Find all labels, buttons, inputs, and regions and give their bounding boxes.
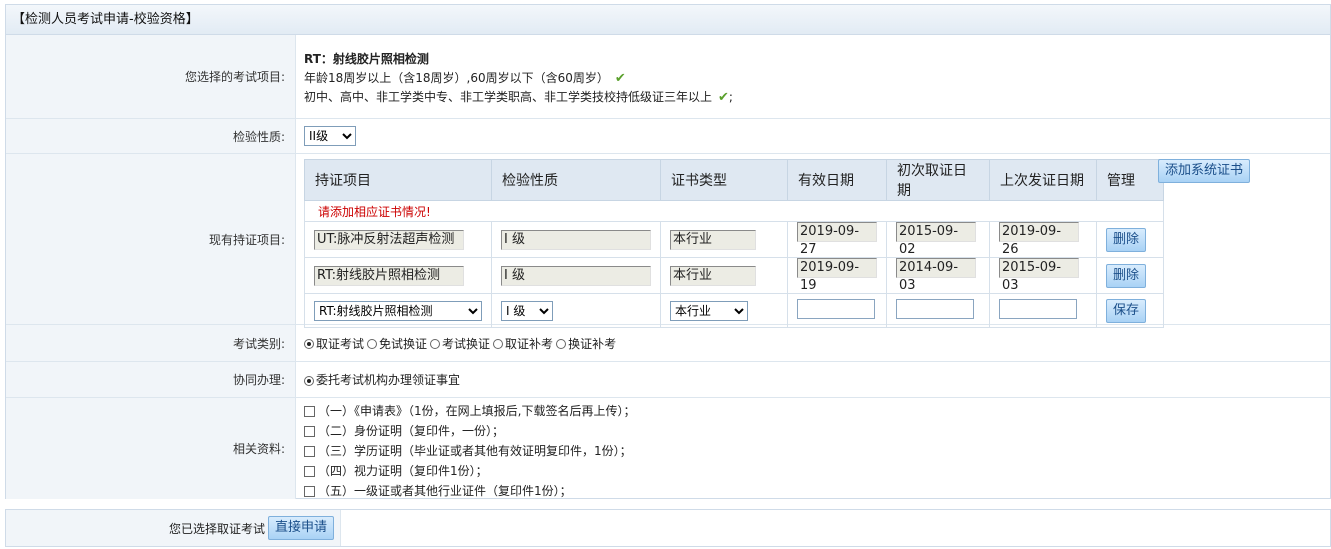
new-cert-row: RT:射线胶片照相检测 I 级 本行业 保存	[304, 293, 1164, 328]
material-item[interactable]: （二）身份证明（复印件，一份）；	[304, 421, 1330, 441]
first-date-field: 2014-09-03	[896, 258, 976, 293]
col-last-date: 上次发证日期	[989, 159, 1097, 201]
exam-type-option[interactable]: 换证补考	[556, 335, 616, 352]
materials-label: 相关资料:	[6, 398, 296, 499]
cert-type-field: 本行业	[670, 229, 756, 250]
certs-label: 现有持证项目:	[6, 154, 296, 324]
col-level: 检验性质	[491, 159, 661, 201]
table-row: RT:射线胶片照相检测 I 级 本行业 2019-09-19 2014-09-0…	[304, 257, 1164, 294]
checkbox[interactable]	[304, 426, 315, 437]
valid-date-field: 2019-09-19	[797, 258, 877, 293]
exam-type-label: 考试类别:	[6, 325, 296, 361]
checkmark-icon: ✔	[614, 71, 626, 86]
cert-level-field: I 级	[501, 229, 651, 250]
radio-selected-icon[interactable]	[304, 375, 314, 386]
application-panel: 【检测人员考试申请-校验资格】 您选择的考试项目: RT：射线胶片照相检测 年龄…	[5, 4, 1331, 499]
cert-table: 持证项目 检验性质 证书类型 有效日期 初次取证日期 上次发证日期 管理 请添加…	[304, 159, 1164, 328]
checkbox[interactable]	[304, 446, 315, 457]
exam-type-option[interactable]: 考试换证	[430, 335, 490, 352]
new-cert-level-select[interactable]: I 级	[501, 300, 553, 321]
delete-button[interactable]: 删除	[1106, 263, 1147, 288]
radio-icon[interactable]	[556, 339, 567, 349]
material-item[interactable]: （五）一级证或者其他行业证件（复印件1份）；	[304, 481, 1330, 501]
cert-type-field: 本行业	[670, 265, 756, 286]
cert-item-field: UT:脉冲反射法超声检测	[314, 229, 464, 250]
first-date-field: 2015-09-02	[896, 222, 976, 257]
certs-row: 现有持证项目: 持证项目 检验性质 证书类型 有效日期 初次取证日期 上次发证日…	[6, 154, 1330, 328]
col-valid-date: 有效日期	[787, 159, 887, 201]
checkbox[interactable]	[304, 406, 315, 417]
radio-icon[interactable]	[430, 339, 441, 349]
save-button[interactable]: 保存	[1106, 298, 1147, 323]
exam-type-row: 考试类别: 取证考试 免试换证 考试换证 取证补考 换证补考	[6, 325, 1330, 362]
checkbox[interactable]	[304, 486, 315, 497]
exam-item-row: 您选择的考试项目: RT：射线胶片照相检测 年龄18周岁以上（含18周岁）,60…	[6, 35, 1330, 119]
exam-type-option[interactable]: 取证补考	[493, 335, 553, 352]
checkbox[interactable]	[304, 466, 315, 477]
cert-table-header: 持证项目 检验性质 证书类型 有效日期 初次取证日期 上次发证日期 管理	[304, 159, 1164, 201]
exam-type-option[interactable]: 取证考试	[304, 335, 364, 352]
radio-icon[interactable]	[493, 339, 504, 349]
education-requirement: 初中、高中、非工学类中专、非工学类职高、非工学类技校持低级证三年以上	[304, 90, 713, 104]
exam-type-option[interactable]: 免试换证	[367, 335, 427, 352]
cert-item-field: RT:射线胶片照相检测	[314, 265, 464, 286]
material-item[interactable]: （三）学历证明（毕业证或者其他有效证明复印件，1份）；	[304, 441, 1330, 461]
new-valid-date-input[interactable]	[797, 298, 875, 319]
new-first-date-input[interactable]	[896, 298, 974, 319]
last-date-field: 2019-09-26	[999, 222, 1079, 257]
selected-exam-text: 您已选择取证考试	[169, 521, 266, 536]
radio-icon[interactable]	[367, 339, 378, 349]
col-cert-item: 持证项目	[304, 159, 492, 201]
nature-label: 检验性质:	[6, 119, 296, 153]
valid-date-field: 2019-09-27	[797, 222, 877, 257]
new-last-date-input[interactable]	[999, 298, 1077, 319]
add-system-cert-button[interactable]: 添加系统证书	[1158, 159, 1251, 183]
col-first-date: 初次取证日期	[886, 159, 990, 201]
page-title: 【检测人员考试申请-校验资格】	[6, 5, 1330, 35]
nature-select[interactable]: II级	[304, 126, 356, 146]
nature-row: 检验性质: II级	[6, 119, 1330, 154]
direct-apply-button[interactable]: 直接申请	[268, 516, 335, 540]
footer-bar: 您已选择取证考试 直接申请	[5, 509, 1331, 547]
exam-item-label: 您选择的考试项目:	[6, 35, 296, 118]
assist-label: 协同办理:	[6, 362, 296, 397]
checkmark-icon: ✔	[718, 90, 729, 105]
add-cert-note: 请添加相应证书情况!	[304, 200, 1164, 222]
col-cert-type: 证书类型	[660, 159, 788, 201]
new-cert-item-select[interactable]: RT:射线胶片照相检测	[314, 300, 482, 321]
new-cert-type-select[interactable]: 本行业	[670, 300, 748, 321]
table-row: UT:脉冲反射法超声检测 I 级 本行业 2019-09-27 2015-09-…	[304, 221, 1164, 258]
materials-row: 相关资料: （一）《申请表》（1份，在网上填报后,下载签名后再上传）； （二）身…	[6, 398, 1330, 499]
age-requirement: 年龄18周岁以上（含18周岁）,60周岁以下（含60周岁）	[304, 71, 609, 85]
material-item[interactable]: （一）《申请表》（1份，在网上填报后,下载签名后再上传）；	[304, 401, 1330, 421]
radio-selected-icon[interactable]	[304, 339, 314, 349]
col-manage: 管理	[1096, 159, 1164, 201]
assist-row: 协同办理: 委托考试机构办理领证事宜	[6, 362, 1330, 398]
cert-level-field: I 级	[501, 265, 651, 286]
assist-option[interactable]: 委托考试机构办理领证事宜	[304, 371, 460, 388]
delete-button[interactable]: 删除	[1106, 227, 1147, 252]
material-item[interactable]: （四）视力证明（复印件1份）；	[304, 461, 1330, 481]
last-date-field: 2015-09-03	[999, 258, 1079, 293]
exam-item-name: RT：射线胶片照相检测	[304, 52, 429, 66]
